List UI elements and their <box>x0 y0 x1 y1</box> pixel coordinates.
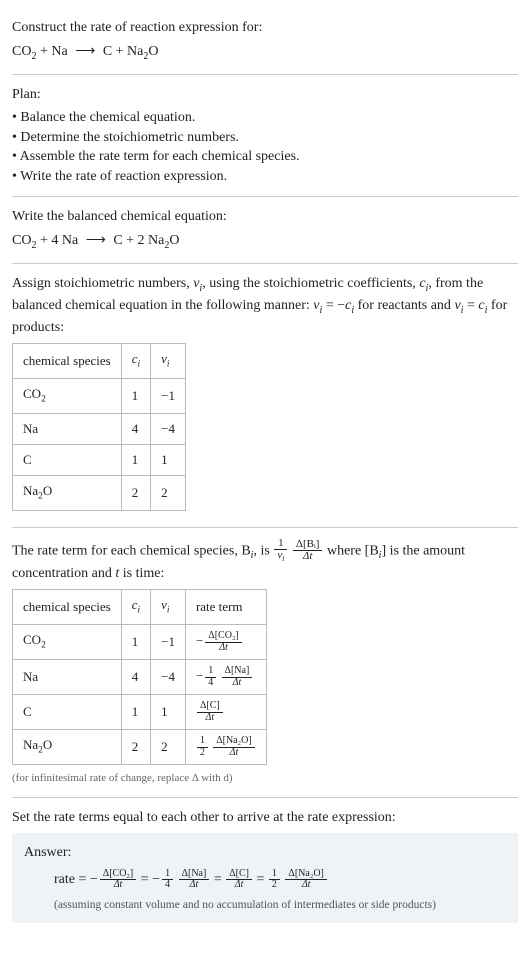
cell-nu: −4 <box>151 413 186 444</box>
table-row: Na 4 −4 <box>13 413 186 444</box>
table-row: Na2O 2 2 <box>13 476 186 511</box>
cell-c: 1 <box>121 379 150 414</box>
stoich-text: Assign stoichiometric numbers, νi, using… <box>12 274 518 337</box>
answer-box: Answer: rate = −Δ[CO₂]Δt = −14 Δ[Na]Δt =… <box>12 833 518 923</box>
th-nu: νi <box>151 344 186 379</box>
cell-c: 2 <box>121 730 150 765</box>
cell-c: 4 <box>121 413 150 444</box>
cell-nu: −4 <box>151 660 186 695</box>
plan-heading: Plan: <box>12 85 518 105</box>
rateterm-table: chemical species ci νi rate term CO2 1 −… <box>12 589 267 765</box>
cell-c: 2 <box>121 476 150 511</box>
rate-expression: rate = −Δ[CO₂]Δt = −14 Δ[Na]Δt = Δ[C]Δt … <box>54 869 506 891</box>
balanced-equation: CO2 + 4 Na ⟶ C + 2 Na2O <box>12 231 518 253</box>
cell-species: CO2 <box>13 625 122 660</box>
plan-item: Write the rate of reaction expression. <box>12 167 518 187</box>
cell-nu: 2 <box>151 730 186 765</box>
cell-nu: −1 <box>151 379 186 414</box>
table-row: CO2 1 −1 <box>13 379 186 414</box>
table-row: Na2O 2 2 12 Δ[Na₂O]Δt <box>13 730 267 765</box>
cell-c: 1 <box>121 695 150 730</box>
table-header-row: chemical species ci νi <box>13 344 186 379</box>
cell-c: 4 <box>121 660 150 695</box>
rateterm-note: (for infinitesimal rate of change, repla… <box>12 771 518 786</box>
balanced-block: Write the balanced chemical equation: CO… <box>12 197 518 264</box>
table-header-row: chemical species ci νi rate term <box>13 590 267 625</box>
cell-species: C <box>13 444 122 475</box>
balanced-heading: Write the balanced chemical equation: <box>12 207 518 227</box>
cell-rate-term: 12 Δ[Na₂O]Δt <box>185 730 266 765</box>
plan-list: Balance the chemical equation. Determine… <box>12 108 518 186</box>
answer-label: Answer: <box>24 843 506 863</box>
th-c: ci <box>121 590 150 625</box>
cell-species: Na2O <box>13 730 122 765</box>
rateterm-block: The rate term for each chemical species,… <box>12 528 518 798</box>
cell-c: 1 <box>121 625 150 660</box>
stoich-table: chemical species ci νi CO2 1 −1 Na 4 −4 … <box>12 343 186 510</box>
cell-species: Na <box>13 413 122 444</box>
table-row: Na 4 −4 −14 Δ[Na]Δt <box>13 660 267 695</box>
cell-rate-term: −14 Δ[Na]Δt <box>185 660 266 695</box>
cell-nu: −1 <box>151 625 186 660</box>
cell-rate-term: Δ[C]Δt <box>185 695 266 730</box>
th-species: chemical species <box>13 590 122 625</box>
plan-item: Balance the chemical equation. <box>12 108 518 128</box>
th-nu: νi <box>151 590 186 625</box>
final-heading: Set the rate terms equal to each other t… <box>12 808 518 828</box>
cell-nu: 1 <box>151 695 186 730</box>
cell-rate-term: −Δ[CO₂]Δt <box>185 625 266 660</box>
cell-nu: 2 <box>151 476 186 511</box>
rateterm-intro: The rate term for each chemical species,… <box>12 538 518 584</box>
cell-c: 1 <box>121 444 150 475</box>
prompt-block: Construct the rate of reaction expressio… <box>12 8 518 75</box>
th-c: ci <box>121 344 150 379</box>
frac-one-over-nu: 1 νi <box>273 538 288 564</box>
frac-delta-b-over-dt: Δ[Bᵢ] Δt <box>292 539 324 563</box>
th-rate-term: rate term <box>185 590 266 625</box>
plan-item: Determine the stoichiometric numbers. <box>12 128 518 148</box>
cell-nu: 1 <box>151 444 186 475</box>
prompt-title: Construct the rate of reaction expressio… <box>12 18 518 38</box>
th-species: chemical species <box>13 344 122 379</box>
prompt-equation: CO2 + Na ⟶ C + Na2O <box>12 42 518 64</box>
plan-item: Assemble the rate term for each chemical… <box>12 147 518 167</box>
cell-species: CO2 <box>13 379 122 414</box>
table-row: C 1 1 <box>13 444 186 475</box>
cell-species: Na2O <box>13 476 122 511</box>
stoich-block: Assign stoichiometric numbers, νi, using… <box>12 264 518 528</box>
table-row: C 1 1 Δ[C]Δt <box>13 695 267 730</box>
answer-assumption: (assuming constant volume and no accumul… <box>54 897 506 913</box>
final-block: Set the rate terms equal to each other t… <box>12 798 518 933</box>
cell-species: Na <box>13 660 122 695</box>
table-row: CO2 1 −1 −Δ[CO₂]Δt <box>13 625 267 660</box>
plan-block: Plan: Balance the chemical equation. Det… <box>12 75 518 198</box>
cell-species: C <box>13 695 122 730</box>
